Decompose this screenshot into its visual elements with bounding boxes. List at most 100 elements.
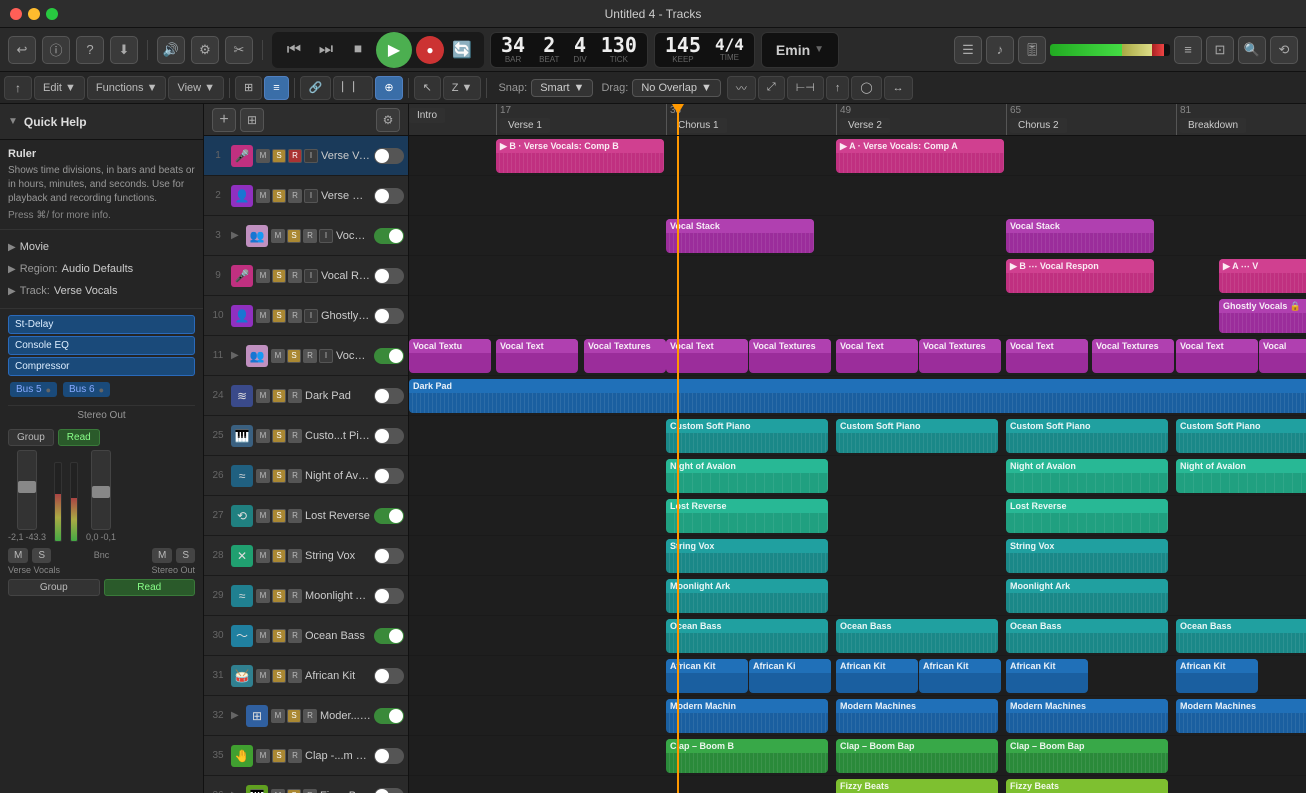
s-btn2[interactable]: S [176, 548, 195, 563]
clip-vocal-text-9[interactable]: Vocal Text [1176, 339, 1258, 373]
s-btn[interactable]: S [32, 548, 51, 563]
solo-btn-1[interactable]: S [272, 149, 286, 163]
solo-btn-27[interactable]: S [272, 509, 286, 523]
settings-btn[interactable]: ⚙ [376, 108, 400, 132]
plugin-st-delay[interactable]: St-Delay [8, 315, 195, 334]
clip-ocean-bass-4[interactable]: Ocean Bass [1176, 619, 1306, 653]
track-row-26[interactable]: 26 ≈ M S R Night of Avalon [204, 456, 408, 496]
clip-african-kit-4[interactable]: African Kit [919, 659, 1001, 693]
add-track-btn[interactable]: + [212, 108, 236, 132]
mute-btn-36[interactable]: M [271, 789, 285, 793]
mute-btn-28[interactable]: M [256, 549, 270, 563]
track-row-9[interactable]: 9 🎤 M S R I Vocal Response [204, 256, 408, 296]
clip-vocal-text-4[interactable]: Vocal Textures [749, 339, 831, 373]
mute-btn-30[interactable]: M [256, 629, 270, 643]
m-btn[interactable]: M [8, 548, 28, 563]
link-btn[interactable]: 🔗 [300, 76, 332, 100]
arrows-btn[interactable]: ↔ [884, 76, 913, 100]
i-btn-11[interactable]: I [319, 349, 333, 363]
rec-btn-9[interactable]: R [288, 269, 302, 283]
group-btn2[interactable]: Group [8, 579, 100, 596]
solo-btn-11[interactable]: S [287, 349, 301, 363]
clip-lost-reverse-2[interactable]: Lost Reverse [1006, 499, 1168, 533]
clip-string-vox-2[interactable]: String Vox [1006, 539, 1168, 573]
track-row-36[interactable]: 36 ▶ 🎹 M S R Fizzy Beats [204, 776, 408, 793]
view-menu[interactable]: View ▼ [168, 76, 224, 100]
pointer-btn[interactable]: ↖ [414, 76, 441, 100]
rec-btn-31[interactable]: R [288, 669, 302, 683]
track-expand-11[interactable]: ▶ [231, 350, 243, 361]
mute-btn-25[interactable]: M [256, 429, 270, 443]
rec-btn-36[interactable]: R [303, 789, 317, 793]
clip-modern-1[interactable]: Modern Machin [666, 699, 828, 733]
solo-btn-30[interactable]: S [272, 629, 286, 643]
clip-night-avalon-1[interactable]: Night of Avalon [666, 459, 828, 493]
clip-african-kit-6[interactable]: African Kit [1176, 659, 1258, 693]
track-toggle-31[interactable] [374, 668, 404, 684]
track-row-10[interactable]: 10 👤 M S R I Ghostly Vocals [204, 296, 408, 336]
clip-custom-piano-2[interactable]: Custom Soft Piano [836, 419, 998, 453]
mute-btn-2[interactable]: M [256, 189, 270, 203]
track-toggle-2[interactable] [374, 188, 404, 204]
drag-dropdown[interactable]: No Overlap ▼ [632, 79, 721, 97]
bus6-btn[interactable]: Bus 6 ● [63, 382, 110, 397]
solo-btn-29[interactable]: S [272, 589, 286, 603]
track-row-11[interactable]: 11 ▶ 👥 M S R I Vocal Textures [204, 336, 408, 376]
mixer-btn[interactable]: 🎚 [1018, 36, 1046, 64]
minimize-button[interactable] [28, 8, 40, 20]
forward-btn[interactable]: ⏭ [312, 36, 340, 64]
i-btn-10[interactable]: I [304, 309, 318, 323]
track-row-32[interactable]: 32 ▶ ⊞ M S R Moder...chines [204, 696, 408, 736]
clip-verse-vocals-comp-b[interactable]: ▶ B · Verse Vocals: Comp B [496, 139, 664, 173]
track-toggle-24[interactable] [374, 388, 404, 404]
track-expand-3[interactable]: ▶ [231, 230, 243, 241]
i-btn-1[interactable]: I [304, 149, 318, 163]
track-row-31[interactable]: 31 🥁 M S R African Kit [204, 656, 408, 696]
clip-vocal-text-8[interactable]: Vocal Textures [1092, 339, 1174, 373]
mute-btn-9[interactable]: M [256, 269, 270, 283]
snap-dropdown[interactable]: Smart ▼ [531, 79, 593, 97]
track-toggle-28[interactable] [374, 548, 404, 564]
list-view-btn[interactable]: ☰ [954, 36, 982, 64]
position-display[interactable]: 34 BAR 2 BEAT 4 DIV 130 TICK [490, 32, 648, 68]
rec-btn-27[interactable]: R [288, 509, 302, 523]
clip-african-kit-5[interactable]: African Kit [1006, 659, 1088, 693]
clip-vocal-response[interactable]: ▶ B ⋯ Vocal Respon [1006, 259, 1154, 293]
aux-fader[interactable] [91, 450, 111, 530]
clip-ocean-bass-2[interactable]: Ocean Bass [836, 619, 998, 653]
tuner-btn[interactable]: ⚙ [191, 36, 219, 64]
i-btn-3[interactable]: I [319, 229, 333, 243]
track-row-3[interactable]: 3 ▶ 👥 M S R I Vocal Stack [204, 216, 408, 256]
clip-vocal-text-0[interactable]: Vocal Textu [409, 339, 491, 373]
edit-menu[interactable]: Edit ▼ [34, 76, 85, 100]
maximize-button[interactable] [46, 8, 58, 20]
clip-dark-pad[interactable]: Dark Pad [409, 379, 1306, 413]
main-fader[interactable] [17, 450, 37, 530]
solo-btn-32[interactable]: S [287, 709, 301, 723]
track-row-1[interactable]: 1 🎤 M S R I Verse Vocals [204, 136, 408, 176]
mute-btn-1[interactable]: M [256, 149, 270, 163]
clip-custom-piano-1[interactable]: Custom Soft Piano [666, 419, 828, 453]
track-toggle-11[interactable] [374, 348, 404, 364]
solo-btn-10[interactable]: S [272, 309, 286, 323]
expand-btn[interactable]: ⤢ [758, 76, 785, 100]
key-display[interactable]: Emin ▼ [761, 32, 839, 68]
waveform-btn[interactable]: 〰 [727, 76, 756, 100]
folder-btn[interactable]: ⊞ [240, 108, 264, 132]
close-button[interactable] [10, 8, 22, 20]
track-toggle-26[interactable] [374, 468, 404, 484]
clip-night-avalon-2[interactable]: Night of Avalon [1006, 459, 1168, 493]
clip-moonlight-1[interactable]: Moonlight Ark [666, 579, 828, 613]
clip-vocal-text-2[interactable]: Vocal Textures [584, 339, 666, 373]
rec-btn-29[interactable]: R [288, 589, 302, 603]
plugin-console-eq[interactable]: Console EQ [8, 336, 195, 355]
track-toggle-27[interactable] [374, 508, 404, 524]
plugin-compressor[interactable]: Compressor [8, 357, 195, 376]
clip-custom-piano-4[interactable]: Custom Soft Piano [1176, 419, 1306, 453]
clip-vocal-text-7[interactable]: Vocal Text [1006, 339, 1088, 373]
solo-btn-24[interactable]: S [272, 389, 286, 403]
solo-btn-26[interactable]: S [272, 469, 286, 483]
track-row-2[interactable]: 2 👤 M S R I Verse Harmony [204, 176, 408, 216]
solo-btn-2[interactable]: S [272, 189, 286, 203]
trim-btn[interactable]: ⊢⊣ [787, 76, 824, 100]
